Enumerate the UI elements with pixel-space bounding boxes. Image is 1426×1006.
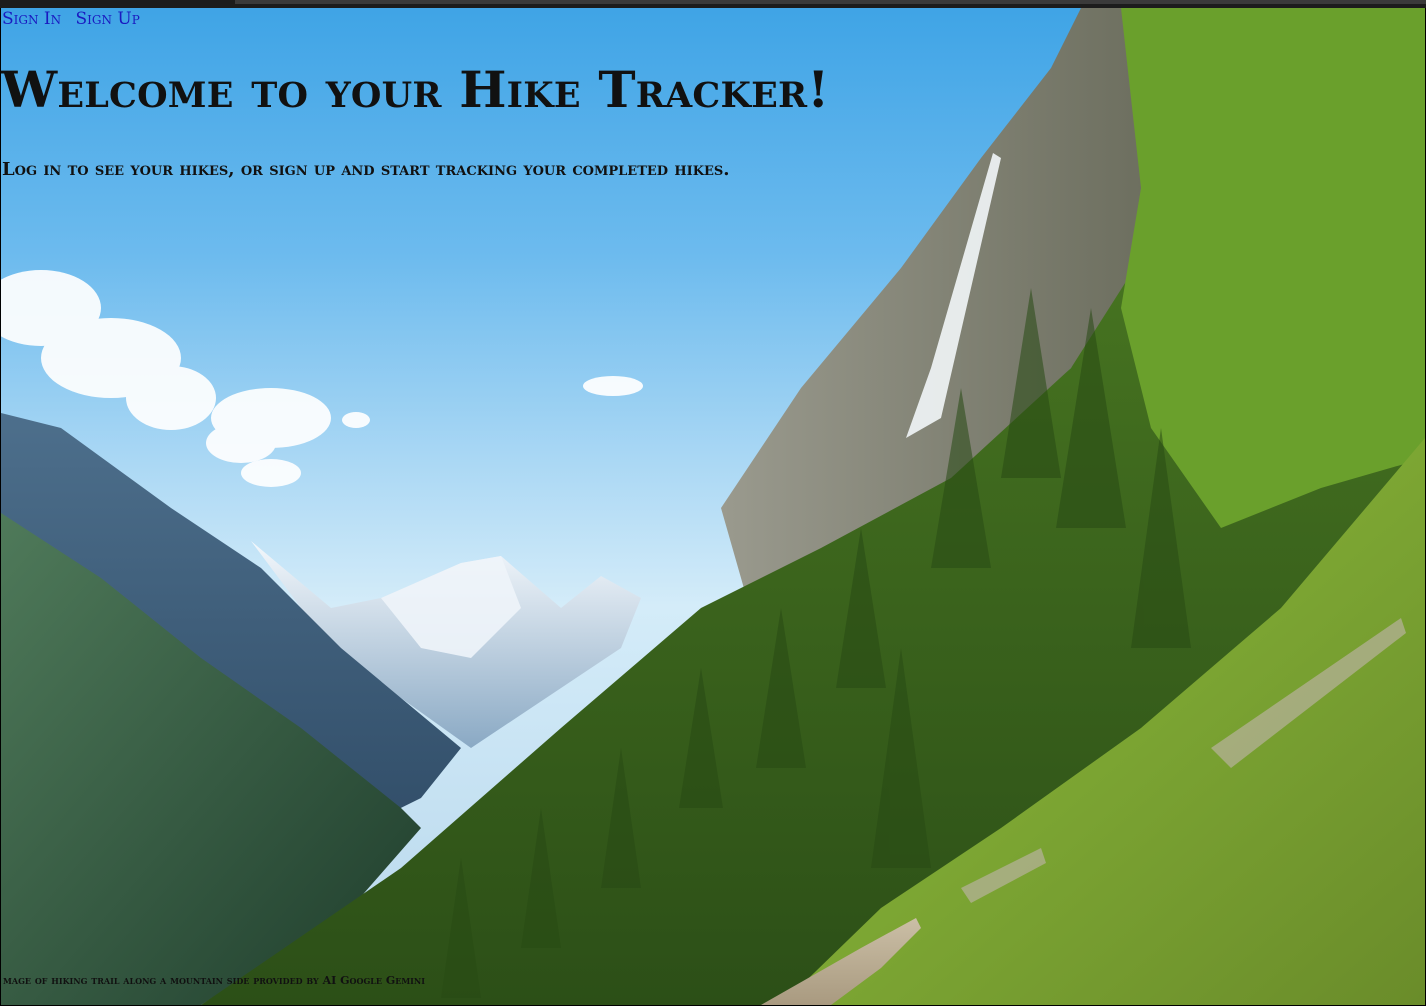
window-top-bar	[0, 0, 1426, 8]
sign-in-link[interactable]: Sign In	[2, 9, 61, 29]
window-tab-strip	[235, 0, 1426, 4]
image-credit: mage of hiking trail along a mountain si…	[3, 974, 425, 987]
page-subtitle: Log in to see your hikes, or sign up and…	[2, 159, 730, 180]
top-nav: Sign In Sign Up	[2, 9, 149, 29]
page-content: Sign In Sign Up Welcome to your Hike Tra…	[1, 8, 1425, 1005]
page-title: Welcome to your Hike Tracker!	[1, 60, 830, 119]
sign-up-link[interactable]: Sign Up	[76, 9, 140, 29]
